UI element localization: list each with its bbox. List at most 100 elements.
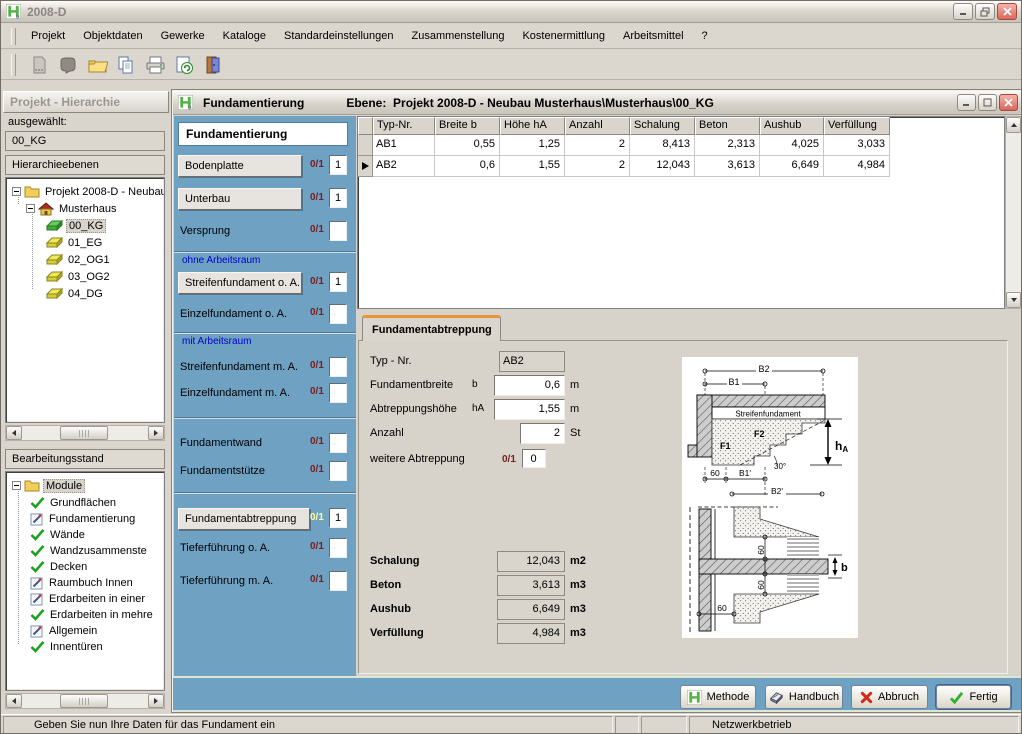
module-item[interactable]: Innentüren [30,638,105,655]
anzahl-input[interactable]: 2 [520,423,565,444]
sidebar-item-fundamentwand[interactable]: Fundamentwand [180,433,262,453]
scrollbar-track[interactable] [22,426,148,440]
tab-fundamentabtreppung[interactable]: Fundamentabtreppung [362,315,501,341]
sidebar-button-bodenplatte[interactable]: Bodenplatte [178,155,302,177]
column-header[interactable]: Verfüllung [824,117,890,135]
cell-breite[interactable]: 0,55 [435,135,500,156]
tree-item-level-02og1[interactable]: 02_OG1 [46,251,112,268]
menu-zusammenstellung[interactable]: Zusammenstellung [403,26,514,46]
count-field[interactable] [329,461,347,481]
count-field[interactable] [329,538,347,558]
column-header[interactable]: Beton [695,117,760,135]
column-header[interactable]: Schalung [630,117,695,135]
copy-icon[interactable] [114,53,138,77]
table-vertical-scrollbar[interactable] [1005,116,1022,309]
sidebar-item-einzelfundament-oa[interactable]: Einzelfundament o. A. [180,304,287,324]
scrollbar-thumb[interactable] [60,694,108,708]
fundamentbreite-input[interactable]: 0,6 [494,375,565,396]
count-field[interactable]: 1 [329,272,347,292]
tree-item-level-03og2[interactable]: 03_OG2 [46,268,112,285]
tree-item-level-04dg[interactable]: 04_DG [46,285,105,302]
hierarchy-horizontal-scrollbar[interactable] [5,425,165,441]
module-item[interactable]: Grundflächen [30,494,118,511]
export-refresh-icon[interactable] [172,53,196,77]
sidebar-item-versprung[interactable]: Versprung [180,221,230,241]
scroll-up-button[interactable] [1006,117,1021,133]
menu-gewerke[interactable]: Gewerke [152,26,214,46]
count-field[interactable] [329,221,347,241]
cell-aushub[interactable]: 6,649 [760,156,824,177]
module-item[interactable]: Erdarbeiten in einer [30,590,147,607]
menu-standardeinstellungen[interactable]: Standardeinstellungen [275,26,402,46]
menu-projekt[interactable]: Projekt [22,26,74,46]
module-maximize-button[interactable] [978,94,997,111]
weitere-abtreppung-input[interactable]: 0 [522,449,546,468]
cell-anzahl[interactable]: 2 [565,135,630,156]
scrollbar-track[interactable] [22,694,148,708]
cell-typ-nr[interactable]: AB1 [373,135,435,156]
column-header[interactable]: Breite b [435,117,500,135]
module-item[interactable]: Allgemein [30,622,99,639]
module-item[interactable]: Wände [30,526,87,543]
menu-objektdaten[interactable]: Objektdaten [74,26,151,46]
collapse-icon[interactable] [26,204,35,213]
sidebar-button-fundamentabtreppung[interactable]: Fundamentabtreppung [178,508,310,530]
module-item[interactable]: Decken [30,558,89,575]
cell-anzahl[interactable]: 2 [565,156,630,177]
sidebar-item-tieferfuehrung-ma[interactable]: Tieferführung m. A. [180,571,273,591]
minimize-button[interactable] [953,3,973,20]
notes-icon[interactable] [56,53,80,77]
module-item[interactable]: Erdarbeiten in mehre [30,606,155,623]
open-folder-icon[interactable] [85,53,109,77]
restore-button[interactable] [975,3,995,20]
count-field[interactable] [329,383,347,403]
tree-item-level-00kg[interactable]: 00_KG [46,217,106,234]
scrollbar-thumb[interactable] [60,426,108,440]
scroll-right-button[interactable] [148,694,164,708]
count-field[interactable]: 1 [329,508,347,528]
tree-item-module-root[interactable]: Module [12,477,85,494]
menu-kataloge[interactable]: Kataloge [214,26,275,46]
progress-horizontal-scrollbar[interactable] [5,693,165,709]
fertig-button[interactable]: Fertig [936,685,1011,709]
sidebar-item-einzelfundament-ma[interactable]: Einzelfundament m. A. [180,383,290,403]
scroll-down-button[interactable] [1006,292,1021,308]
exit-door-icon[interactable] [201,53,225,77]
sidebar-button-streifenfundament-oa[interactable]: Streifenfundament o. A. [178,272,302,294]
sidebar-item-fundamentstuetze[interactable]: Fundamentstütze [180,461,265,481]
scroll-left-button[interactable] [6,694,22,708]
column-header[interactable]: Typ-Nr. [373,117,435,135]
new-document-icon[interactable] [27,53,51,77]
column-header[interactable]: Höhe hA [500,117,565,135]
tree-item-level-01eg[interactable]: 01_EG [46,234,104,251]
count-field[interactable] [329,357,347,377]
collapse-icon[interactable] [12,187,21,196]
collapse-icon[interactable] [12,481,21,490]
menu-kostenermittlung[interactable]: Kostenermittlung [513,26,614,46]
module-item[interactable]: Fundamentierung [30,510,137,527]
scroll-left-button[interactable] [6,426,22,440]
menu-arbeitsmittel[interactable]: Arbeitsmittel [614,26,693,46]
cell-verfuellung[interactable]: 4,984 [824,156,890,177]
sidebar-item-streifenfundament-ma[interactable]: Streifenfundament m. A. [180,357,298,377]
row-selector-cell[interactable] [358,156,373,177]
sidebar-item-tieferfuehrung-oa[interactable]: Tieferführung o. A. [180,538,270,558]
count-field[interactable] [329,571,347,591]
count-field[interactable] [329,304,347,324]
cell-schalung[interactable]: 12,043 [630,156,695,177]
scroll-right-button[interactable] [148,426,164,440]
module-item[interactable]: Wandzusammenste [30,542,149,559]
cell-verfuellung[interactable]: 3,033 [824,135,890,156]
tree-item-project-root[interactable]: Projekt 2008-D - Neubau [12,183,165,200]
handbuch-button[interactable]: Handbuch [765,685,843,709]
row-selector-cell[interactable] [358,135,373,156]
cell-schalung[interactable]: 8,413 [630,135,695,156]
cell-hoehe[interactable]: 1,55 [500,156,565,177]
column-header[interactable]: Anzahl [565,117,630,135]
column-header[interactable]: Aushub [760,117,824,135]
module-item[interactable]: Raumbuch Innen [30,574,135,591]
abbruch-button[interactable]: Abbruch [851,685,928,709]
menu-help[interactable]: ? [693,26,717,46]
table-row[interactable]: AB1 0,55 1,25 2 8,413 2,313 4,025 3,033 [358,135,1004,156]
tree-item-building[interactable]: Musterhaus [26,200,118,217]
